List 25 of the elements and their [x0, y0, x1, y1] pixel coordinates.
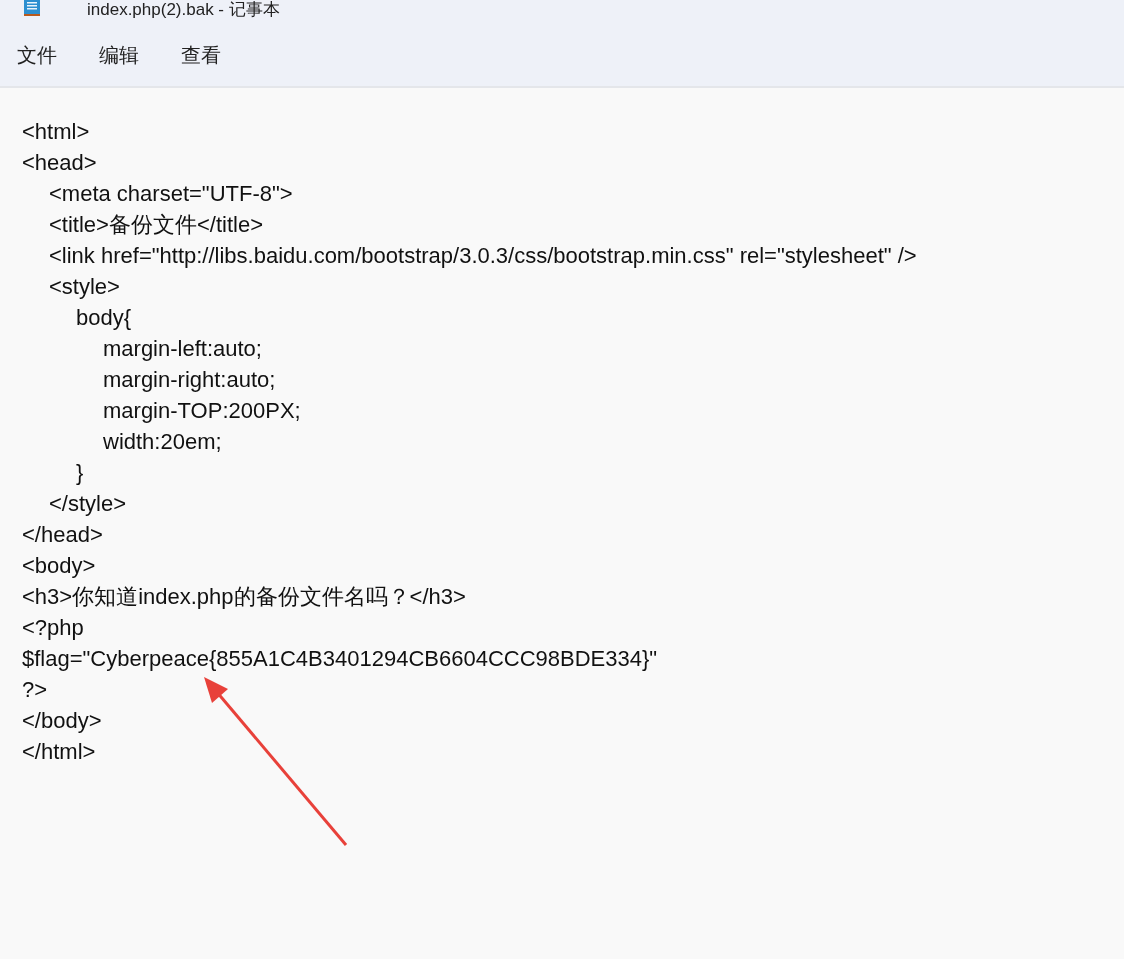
code-line: <style>	[49, 273, 120, 300]
menu-item[interactable]: 编辑	[99, 41, 139, 69]
code-line: margin-TOP:200PX;	[103, 397, 301, 424]
code-line: </head>	[22, 521, 103, 548]
code-line: $flag="Cyberpeace{855A1C4B3401294CB6604CCC98BDE334}"	[22, 645, 658, 672]
code-line: <meta charset="UTF-8">	[49, 180, 293, 207]
menu-item[interactable]: 查看	[181, 41, 221, 69]
menu-item[interactable]: 文件	[17, 41, 57, 69]
code-line: <body>	[22, 552, 96, 579]
code-line: }	[76, 459, 84, 486]
code-line: </body>	[22, 707, 102, 734]
code-line: margin-right:auto;	[103, 366, 276, 393]
code-line: width:20em;	[103, 428, 222, 455]
code-line: <?php	[22, 614, 84, 641]
code-line: <h3>你知道index.php的备份文件名吗？</h3>	[22, 582, 466, 611]
code-line: <title>备份文件</title>	[49, 210, 263, 239]
code-line: body{	[76, 304, 132, 331]
code-line: <html>	[22, 118, 90, 145]
code-line: </html>	[22, 738, 96, 765]
code-line: margin-left:auto;	[103, 335, 262, 362]
code-line: <head>	[22, 149, 97, 176]
window-title: index.php(2).bak - 记事本	[87, 0, 280, 20]
code-line: ?>	[22, 676, 48, 703]
code-line: <link href="http://libs.baidu.com/bootstrap/3.0.3/css/bootstrap.min.css" rel="stylesheet" />	[49, 242, 917, 269]
code-line: </style>	[49, 490, 127, 517]
